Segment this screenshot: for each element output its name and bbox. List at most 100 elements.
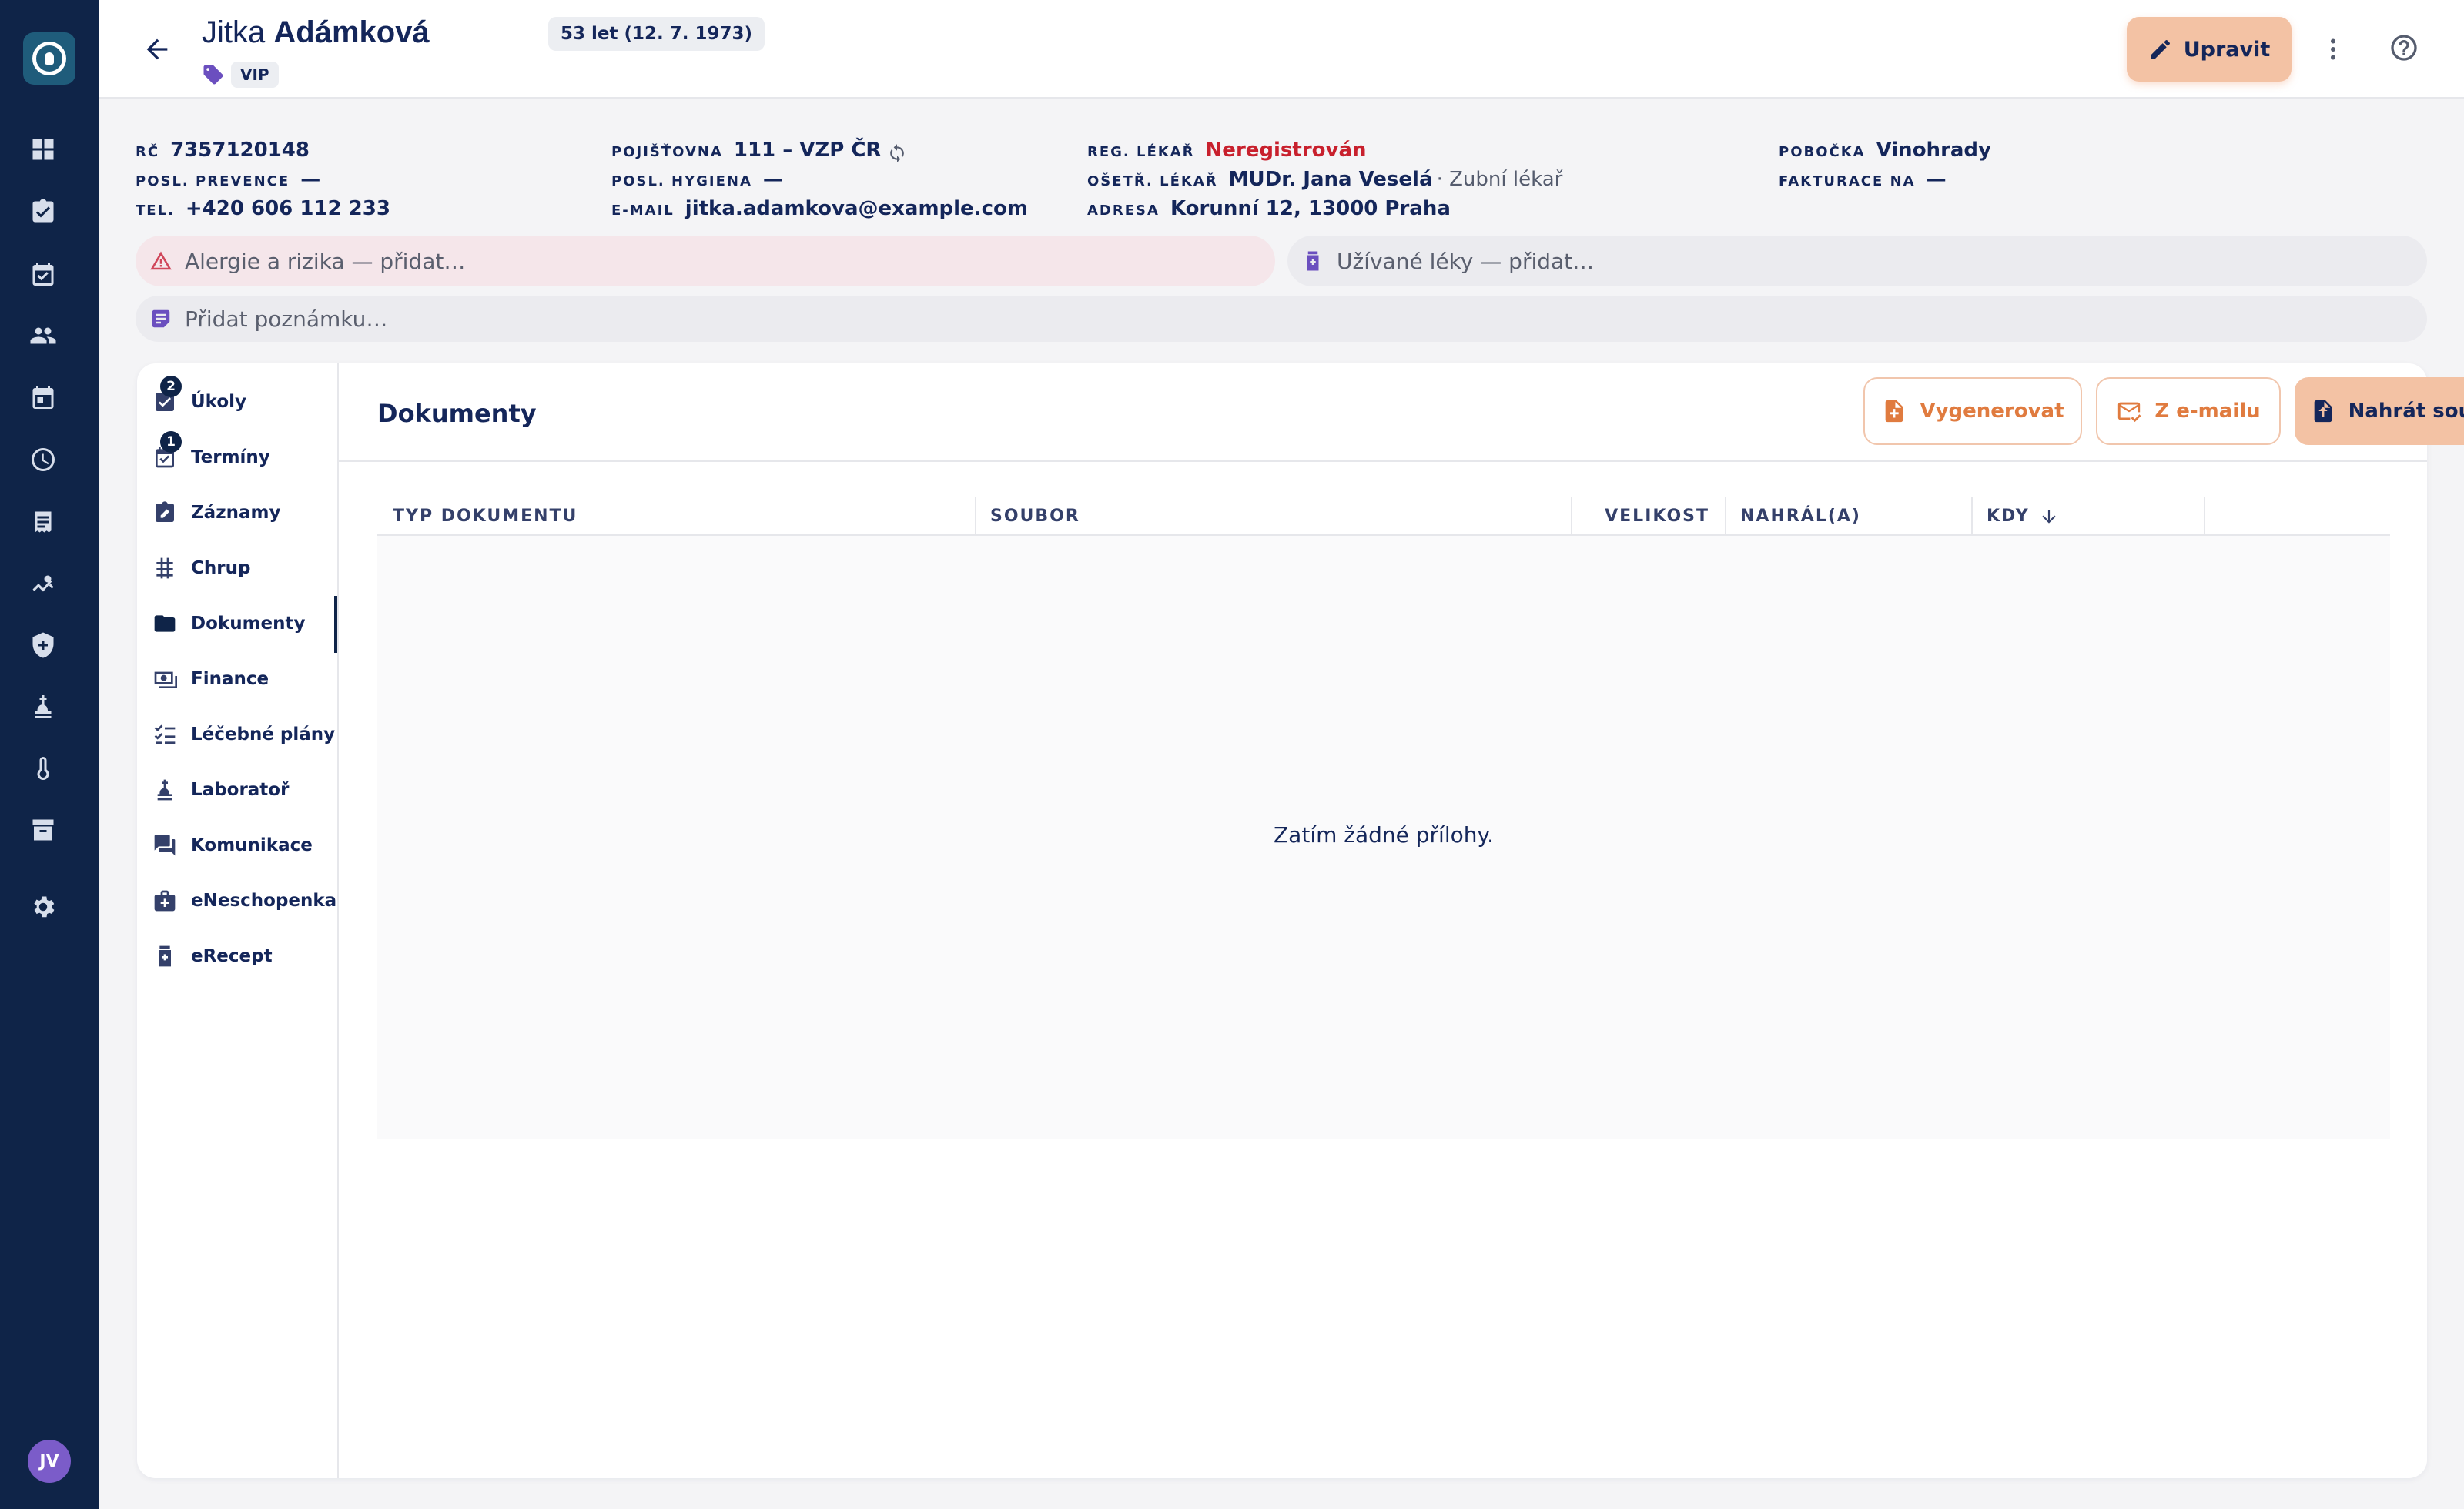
meds-placeholder: Užívané léky — přidat… <box>1337 248 1595 274</box>
medications-bar[interactable]: Užívané léky — přidat… <box>1287 236 2427 286</box>
settings-gear-icon[interactable] <box>28 892 59 922</box>
sync-icon[interactable] <box>887 143 907 163</box>
subnav-item-chrup[interactable]: Chrup <box>151 547 339 590</box>
pojistovna-row: POJIŠŤOVNA 111 – VZP ČR <box>611 139 907 163</box>
thermometer-icon[interactable] <box>28 753 59 784</box>
prevence-label: POSL. PREVENCE <box>136 173 290 189</box>
upload-button-label: Nahrát soubor <box>2348 400 2464 423</box>
reg-value: Neregistrován <box>1205 139 1367 162</box>
subnav-item-label: Laboratoř <box>191 780 290 800</box>
adresa-value: Korunní 12, 13000 Praha <box>1170 197 1451 220</box>
age-badge: 53 let (12. 7. 1973) <box>548 17 765 51</box>
medical-bag-icon <box>151 887 179 915</box>
column-header-when-label: KDY <box>1987 507 2030 526</box>
adresa-row: ADRESA Korunní 12, 13000 Praha <box>1087 197 1451 220</box>
calendar-icon[interactable] <box>28 382 59 413</box>
column-divider <box>1971 497 1973 536</box>
prescription-icon <box>151 942 179 970</box>
section-title: Dokumenty <box>377 399 537 428</box>
subnav-item-lecebne-plany[interactable]: Léčebné plány <box>151 713 339 756</box>
shield-icon[interactable] <box>28 630 59 661</box>
clock-icon[interactable] <box>28 444 59 475</box>
table-header: TYP DOKUMENTU SOUBOR VELIKOST NAHRÁL(A) … <box>377 497 2390 536</box>
column-header-when[interactable]: KDY <box>1987 497 2059 536</box>
task-check-icon: 2 <box>151 376 182 416</box>
microscope-icon <box>151 776 179 804</box>
column-header-file[interactable]: SOUBOR <box>990 497 1080 536</box>
folder-icon <box>151 610 179 637</box>
column-header-type[interactable]: TYP DOKUMENTU <box>393 497 578 536</box>
help-icon[interactable] <box>2389 32 2422 66</box>
subnav-item-dokumenty[interactable]: Dokumenty <box>151 602 339 645</box>
calendar-check-icon[interactable] <box>28 259 59 289</box>
upload-file-button[interactable]: Nahrát soubor <box>2295 377 2464 445</box>
subnav-item-zaznamy[interactable]: Záznamy <box>151 491 339 534</box>
column-divider <box>2204 497 2205 536</box>
empty-state-text: Zatím žádné přílohy. <box>1274 822 1494 848</box>
receipt-icon[interactable] <box>28 507 59 537</box>
subnav-item-label: Komunikace <box>191 835 313 855</box>
adresa-label: ADRESA <box>1087 202 1160 219</box>
clipboard-check-icon[interactable] <box>28 196 59 227</box>
edit-button[interactable]: Upravit <box>2127 17 2292 82</box>
fakturace-value: — <box>1926 168 1947 191</box>
column-divider <box>975 497 976 536</box>
subnav-item-erecept[interactable]: eRecept <box>151 935 339 978</box>
documents-panel: Dokumenty Vygenerovat Z e-mailu Nahrát s… <box>339 363 2464 1478</box>
subnav-item-eneschopenka[interactable]: eNeschopenka <box>151 879 339 922</box>
patients-icon[interactable] <box>28 320 59 351</box>
allergy-bar[interactable]: Alergie a rizika — přidat… <box>136 236 1275 286</box>
generate-button[interactable]: Vygenerovat <box>1863 377 2082 445</box>
email-value[interactable]: jitka.adamkova@example.com <box>685 197 1028 220</box>
tel-value[interactable]: +420 606 112 233 <box>186 197 390 220</box>
reg-row: REG. LÉKAŘ Neregistrován <box>1087 139 1367 162</box>
subnav-badge: 1 <box>160 431 182 453</box>
chat-icon <box>151 831 179 859</box>
subnav-item-label: eNeschopenka <box>191 891 337 911</box>
from-email-button[interactable]: Z e-mailu <box>2096 377 2281 445</box>
generate-button-label: Vygenerovat <box>1920 400 2064 423</box>
clipboard-edit-icon <box>151 499 179 527</box>
active-indicator <box>334 596 337 653</box>
hygiena-row: POSL. HYGIENA — <box>611 168 783 191</box>
column-header-uploaded-by[interactable]: NAHRÁL(A) <box>1740 497 1861 536</box>
user-avatar[interactable]: JV <box>28 1440 71 1483</box>
tag-icon <box>202 63 225 86</box>
money-icon <box>151 665 179 693</box>
subnav-item-laborator[interactable]: Laboratoř <box>151 768 339 811</box>
patient-last-name: Adámková <box>273 15 430 49</box>
email-label: E-MAIL <box>611 202 675 219</box>
hygiena-label: POSL. HYGIENA <box>611 173 752 189</box>
tel-row: TEL. +420 606 112 233 <box>136 197 390 220</box>
subnav-item-label: Chrup <box>191 558 251 578</box>
note-bar[interactable]: Přidat poznámku… <box>136 296 2427 342</box>
app-logo[interactable] <box>23 32 75 85</box>
rc-label: RČ <box>136 144 160 160</box>
hygiena-value: — <box>762 168 783 191</box>
tel-label: TEL. <box>136 202 175 219</box>
more-options-icon[interactable] <box>2318 32 2348 66</box>
analytics-icon[interactable] <box>28 568 59 599</box>
subnav-item-label: eRecept <box>191 946 273 966</box>
oset-label: OŠETŘ. LÉKAŘ <box>1087 173 1218 189</box>
from-email-button-label: Z e-mailu <box>2154 400 2261 423</box>
column-header-size[interactable]: VELIKOST <box>1571 497 1709 536</box>
subnav-item-ukoly[interactable]: 2 Úkoly <box>151 376 339 423</box>
oset-value: MUDr. Jana Veselá <box>1228 168 1433 191</box>
vip-tag-badge[interactable]: VIP <box>231 62 279 88</box>
archive-icon[interactable] <box>28 815 59 845</box>
documents-table: TYP DOKUMENTU SOUBOR VELIKOST NAHRÁL(A) … <box>377 497 2390 1139</box>
edit-button-label: Upravit <box>2183 37 2271 62</box>
pobocka-value: Vinohrady <box>1876 139 1991 162</box>
header-divider <box>339 460 2427 462</box>
subnav-item-finance[interactable]: Finance <box>151 657 339 701</box>
back-arrow-icon[interactable] <box>139 31 176 68</box>
fakturace-row: FAKTURACE NA — <box>1779 168 1947 191</box>
microscope-icon[interactable] <box>28 691 59 722</box>
subnav-item-komunikace[interactable]: Komunikace <box>151 824 339 867</box>
patient-detail-card: 2 Úkoly 1 Termíny Záznamy Chrup Dokument… <box>137 363 2464 1478</box>
oset-role: · Zubní lékař <box>1436 168 1563 191</box>
dashboard-icon[interactable] <box>28 134 59 165</box>
pobocka-label: POBOČKA <box>1779 144 1866 160</box>
subnav-item-terminy[interactable]: 1 Termíny <box>151 431 339 479</box>
